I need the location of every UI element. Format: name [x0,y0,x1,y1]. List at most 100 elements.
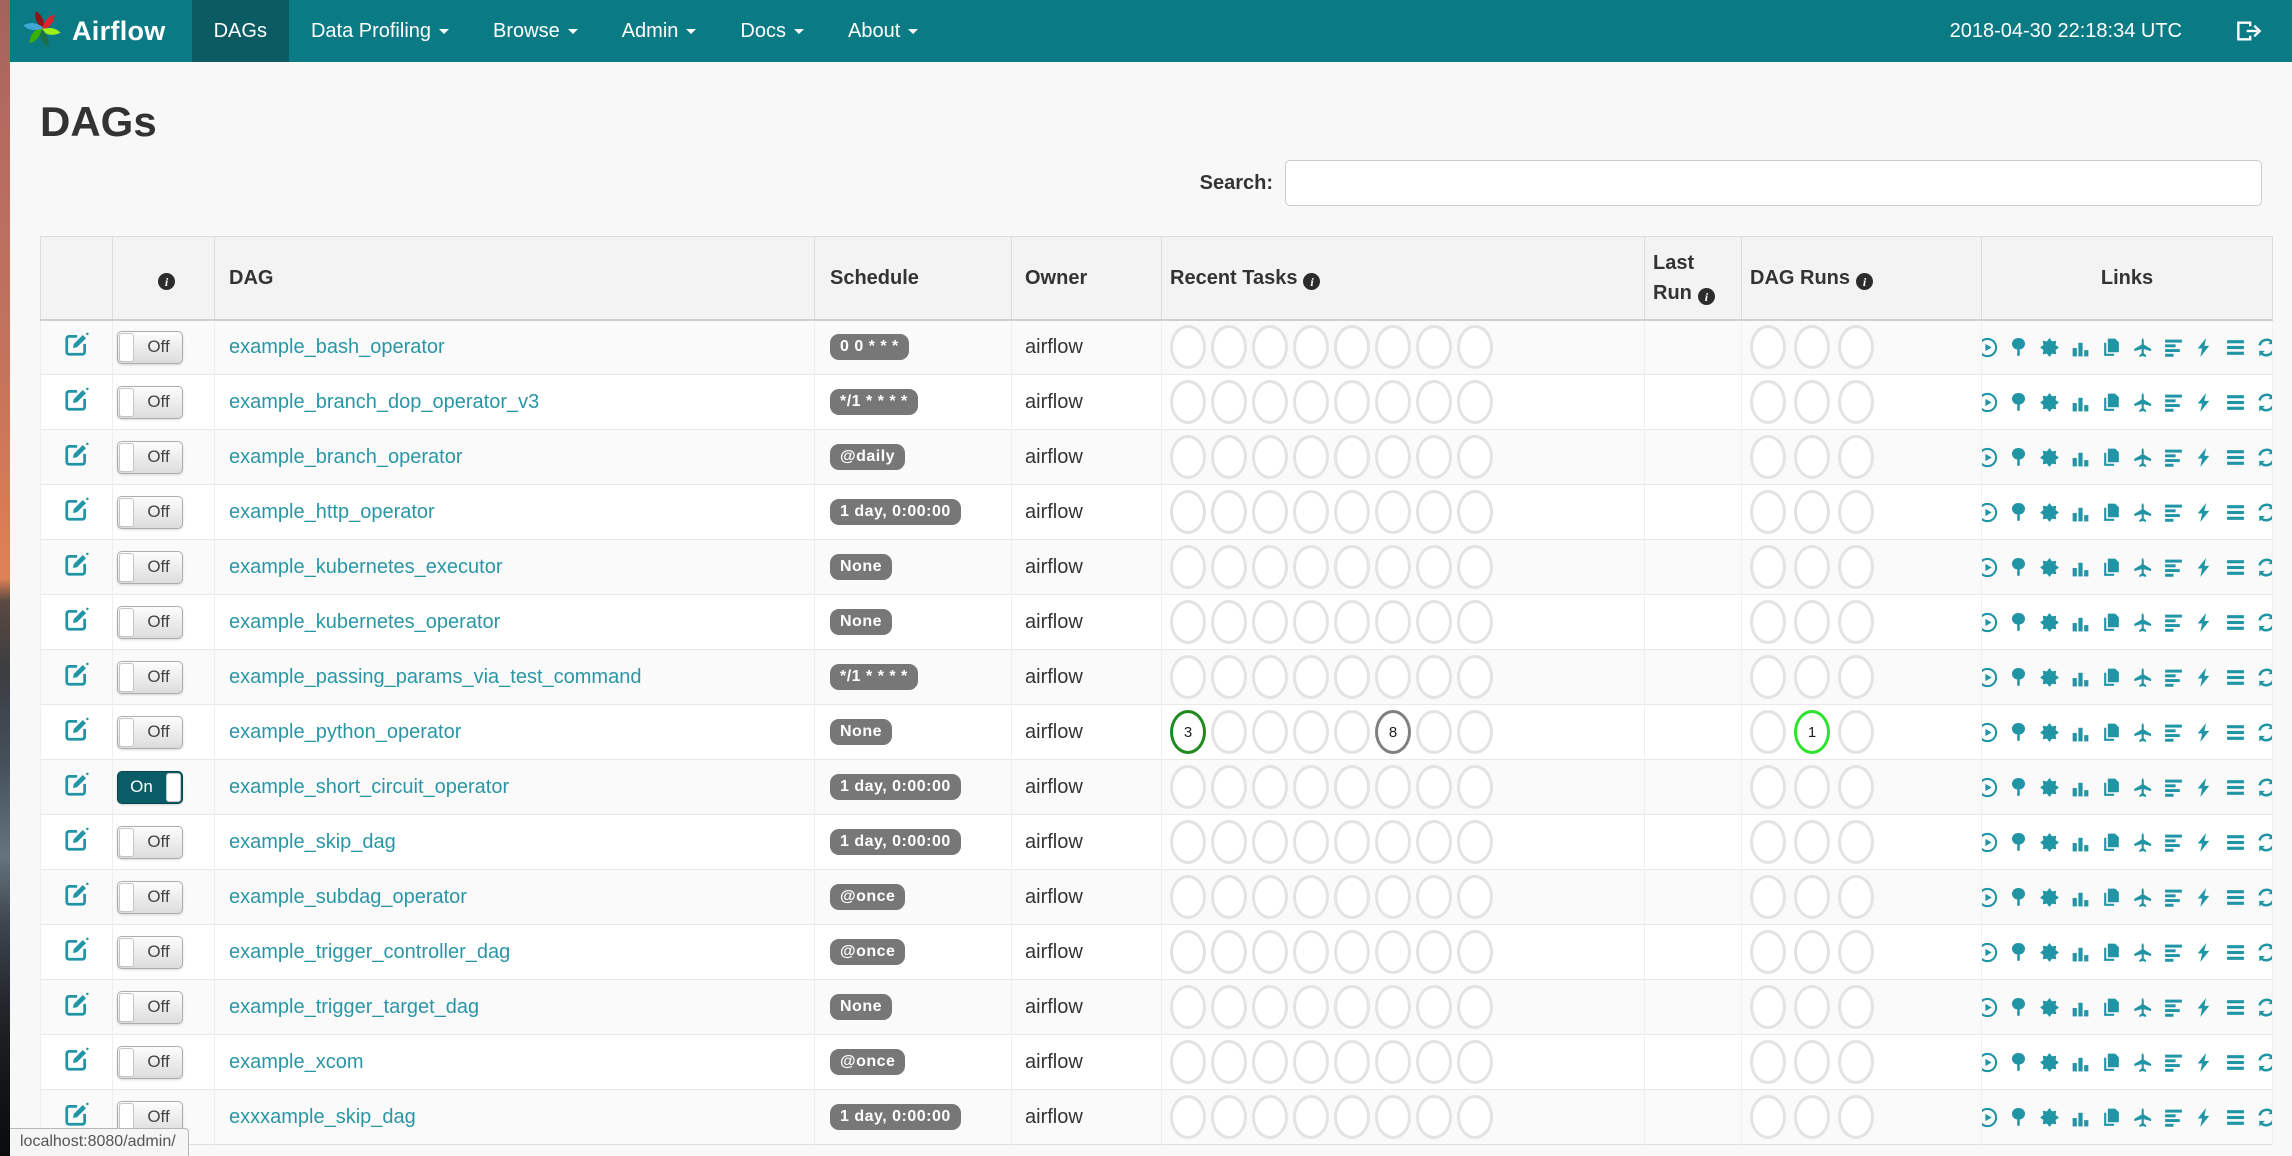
dag-run-circle[interactable] [1838,930,1874,974]
task-tries-icon[interactable] [2101,887,2122,908]
refresh-icon[interactable] [2256,667,2272,688]
dag-pause-toggle[interactable]: Off [117,715,183,749]
landing-times-icon[interactable] [2132,777,2153,798]
task-state-circle[interactable] [1252,710,1288,754]
task-state-circle[interactable] [1334,765,1370,809]
gantt-view-icon[interactable] [2163,1107,2184,1128]
task-duration-icon[interactable] [2070,447,2091,468]
gantt-view-icon[interactable] [2163,942,2184,963]
task-state-circle[interactable] [1416,655,1452,699]
task-duration-icon[interactable] [2070,887,2091,908]
refresh-icon[interactable] [2256,557,2272,578]
dag-link[interactable]: example_python_operator [229,721,461,743]
code-view-icon[interactable] [2194,557,2215,578]
task-duration-icon[interactable] [2070,557,2091,578]
task-state-circle[interactable] [1416,435,1452,479]
trigger-dag-icon[interactable] [1982,667,1999,688]
dag-run-circle[interactable] [1750,490,1786,534]
dag-run-circle[interactable] [1750,1040,1786,1084]
airflow-brand[interactable]: Airflow [10,0,192,62]
logs-icon[interactable] [2225,667,2246,688]
edit-dag-button[interactable] [64,772,89,802]
code-view-icon[interactable] [2194,667,2215,688]
task-state-circle[interactable] [1457,820,1493,864]
landing-times-icon[interactable] [2132,667,2153,688]
logs-icon[interactable] [2225,1107,2246,1128]
dag-pause-toggle[interactable]: Off [117,440,183,474]
dag-pause-toggle[interactable]: Off [117,660,183,694]
task-state-circle[interactable] [1211,545,1247,589]
graph-view-icon[interactable] [2039,722,2060,743]
dag-run-circle[interactable] [1750,985,1786,1029]
gantt-view-icon[interactable] [2163,1052,2184,1073]
gantt-view-icon[interactable] [2163,557,2184,578]
code-view-icon[interactable] [2194,722,2215,743]
dag-link[interactable]: example_branch_dop_operator_v3 [229,391,539,413]
task-state-circle[interactable] [1293,1040,1329,1084]
dag-run-circle[interactable] [1838,435,1874,479]
dag-link[interactable]: example_trigger_target_dag [229,996,479,1018]
dag-run-circle[interactable] [1838,490,1874,534]
tree-view-icon[interactable] [2008,942,2029,963]
task-state-circle[interactable] [1334,930,1370,974]
task-state-circle[interactable] [1457,435,1493,479]
task-state-circle[interactable] [1457,1040,1493,1084]
task-state-circle[interactable] [1170,655,1206,699]
task-state-circle[interactable] [1211,710,1247,754]
task-state-circle[interactable] [1252,325,1288,370]
dag-run-circle[interactable] [1794,1095,1830,1139]
tree-view-icon[interactable] [2008,722,2029,743]
task-state-circle[interactable] [1457,710,1493,754]
task-state-circle[interactable] [1252,545,1288,589]
task-state-circle[interactable] [1252,930,1288,974]
task-state-circle[interactable] [1252,435,1288,479]
dag-link[interactable]: example_branch_operator [229,446,463,468]
graph-view-icon[interactable] [2039,997,2060,1018]
dag-run-circle[interactable] [1794,985,1830,1029]
tree-view-icon[interactable] [2008,1052,2029,1073]
task-state-circle[interactable] [1252,820,1288,864]
dag-run-circle[interactable] [1838,710,1874,754]
dag-run-circle[interactable] [1794,600,1830,644]
trigger-dag-icon[interactable] [1982,392,1999,413]
task-state-circle[interactable] [1211,875,1247,919]
logs-icon[interactable] [2225,337,2246,358]
edit-dag-button[interactable] [64,827,89,857]
task-tries-icon[interactable] [2101,1107,2122,1128]
sign-out-icon[interactable] [2236,19,2262,43]
task-state-circle[interactable] [1416,765,1452,809]
refresh-icon[interactable] [2256,502,2272,523]
task-state-circle[interactable] [1375,490,1411,534]
dag-link[interactable]: example_subdag_operator [229,886,467,908]
nav-item-docs[interactable]: Docs [718,0,826,62]
refresh-icon[interactable] [2256,337,2272,358]
gantt-view-icon[interactable] [2163,612,2184,633]
dag-link[interactable]: example_xcom [229,1051,364,1073]
landing-times-icon[interactable] [2132,997,2153,1018]
task-state-circle[interactable] [1293,435,1329,479]
code-view-icon[interactable] [2194,502,2215,523]
task-state-circle[interactable] [1334,1095,1370,1139]
task-duration-icon[interactable] [2070,832,2091,853]
dag-run-circle[interactable] [1750,1095,1786,1139]
dag-run-circle[interactable] [1838,380,1874,424]
task-state-circle[interactable] [1293,875,1329,919]
task-state-circle[interactable] [1457,545,1493,589]
landing-times-icon[interactable] [2132,1107,2153,1128]
dag-run-circle[interactable] [1750,820,1786,864]
task-duration-icon[interactable] [2070,612,2091,633]
dag-link[interactable]: example_kubernetes_executor [229,556,503,578]
tree-view-icon[interactable] [2008,502,2029,523]
task-tries-icon[interactable] [2101,557,2122,578]
dag-run-circle[interactable] [1794,875,1830,919]
trigger-dag-icon[interactable] [1982,777,1999,798]
graph-view-icon[interactable] [2039,887,2060,908]
task-duration-icon[interactable] [2070,1052,2091,1073]
nav-item-browse[interactable]: Browse [471,0,600,62]
refresh-icon[interactable] [2256,392,2272,413]
landing-times-icon[interactable] [2132,942,2153,963]
gantt-view-icon[interactable] [2163,722,2184,743]
logs-icon[interactable] [2225,722,2246,743]
graph-view-icon[interactable] [2039,1107,2060,1128]
landing-times-icon[interactable] [2132,1052,2153,1073]
